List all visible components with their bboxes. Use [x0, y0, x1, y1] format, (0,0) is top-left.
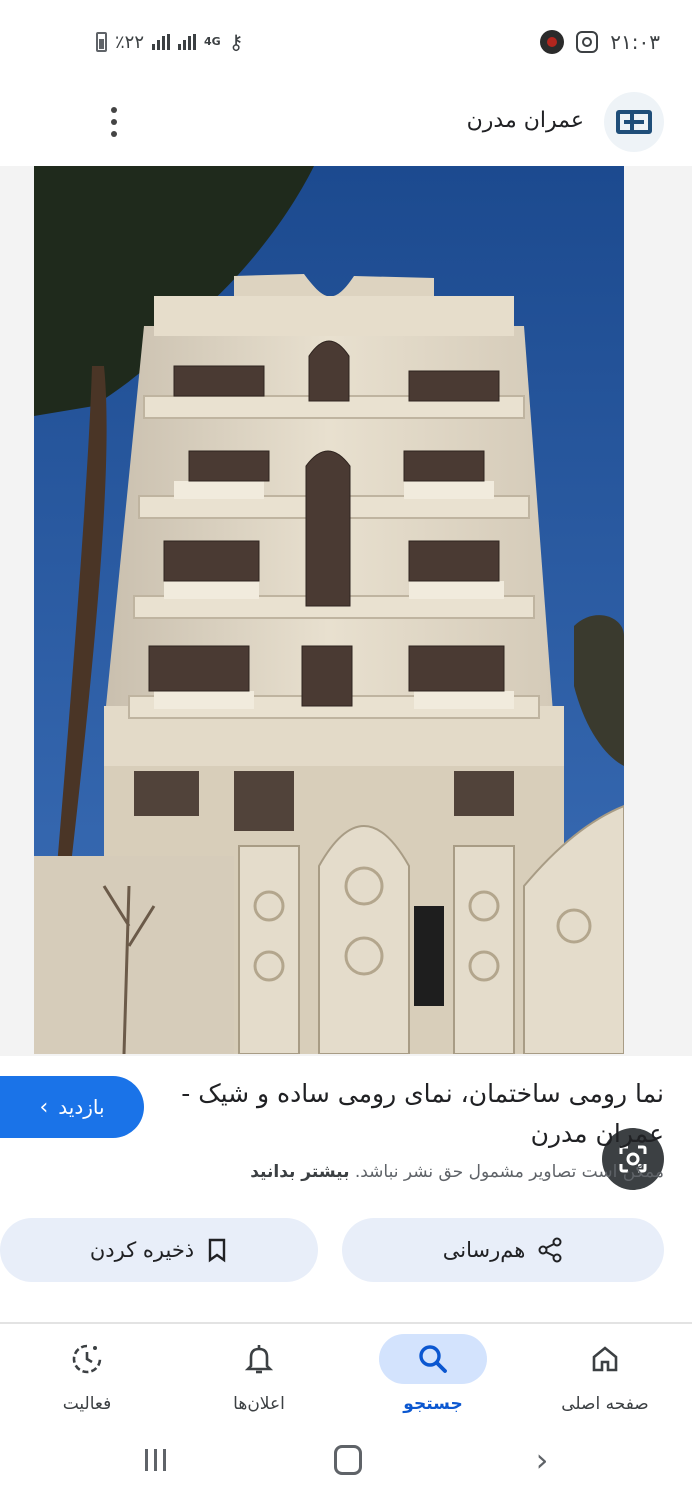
site-name[interactable]: عمران مدرن [467, 108, 584, 133]
nav-home[interactable]: صفحه اصلی [530, 1326, 680, 1426]
nav-activity[interactable]: فعالیت [12, 1326, 162, 1426]
system-navigation: › [0, 1426, 692, 1500]
result-header: عمران مدرن [0, 90, 692, 162]
back-button[interactable]: › [528, 1441, 556, 1479]
recents-button[interactable] [140, 1444, 170, 1476]
visit-label: بازدید [58, 1095, 105, 1119]
network-type: 4G [204, 35, 221, 48]
signal-icon-2 [178, 34, 197, 50]
activity-icon [60, 1334, 114, 1384]
bell-icon [232, 1334, 286, 1384]
system-home-button[interactable] [334, 1444, 362, 1476]
share-button[interactable]: هم‌رسانی [342, 1218, 664, 1282]
vpn-key-icon: ⚷ [228, 30, 244, 54]
bookmark-icon [208, 1238, 226, 1263]
battery-level: ٪۲۲ [115, 31, 145, 53]
nav-activity-label: فعالیت [62, 1394, 112, 1414]
signal-icon [152, 34, 171, 50]
copyright-text: ممکن است تصاویر مشمول حق نشر نباشد. [354, 1162, 664, 1182]
divider [0, 1322, 692, 1324]
copyright-notice: ممکن است تصاویر مشمول حق نشر نباشد. بیشت… [44, 1162, 664, 1182]
bottom-navigation: صفحه اصلی جستجو اعلان‌ها فعالیت [0, 1326, 692, 1426]
nav-search[interactable]: جستجو [358, 1326, 508, 1426]
home-icon [578, 1334, 632, 1384]
nav-home-label: صفحه اصلی [561, 1394, 649, 1414]
share-icon [538, 1237, 562, 1263]
battery-icon [96, 32, 107, 52]
chevron-left-icon: ‹ [39, 1094, 49, 1120]
nav-search-label: جستجو [403, 1394, 463, 1414]
image-viewer [0, 166, 692, 1190]
instagram-icon [576, 31, 599, 53]
status-right: ۲۱:۰۳ [540, 30, 660, 54]
status-indicators: ٪۲۲ 4G ⚷ [96, 30, 243, 54]
result-title[interactable]: نما رومی ساختمان، نمای رومی ساده و شیک -… [174, 1074, 664, 1154]
save-button[interactable]: ذخیره کردن [0, 1218, 318, 1282]
site-logo-icon[interactable] [604, 92, 664, 152]
building-photo[interactable] [34, 166, 624, 1054]
search-icon [379, 1334, 487, 1384]
recording-icon [540, 30, 565, 54]
nav-notifications-label: اعلان‌ها [233, 1394, 285, 1414]
save-label: ذخیره کردن [89, 1238, 195, 1262]
share-label: هم‌رسانی [442, 1238, 526, 1262]
status-bar: ٪۲۲ 4G ⚷ ۲۱:۰۳ [0, 0, 692, 90]
visit-button[interactable]: ‹ بازدید [0, 1076, 144, 1138]
learn-more-link[interactable]: بیشتر بدانید [250, 1162, 349, 1182]
more-options-button[interactable] [98, 102, 130, 142]
nav-notifications[interactable]: اعلان‌ها [184, 1326, 334, 1426]
clock: ۲۱:۰۳ [610, 30, 660, 54]
